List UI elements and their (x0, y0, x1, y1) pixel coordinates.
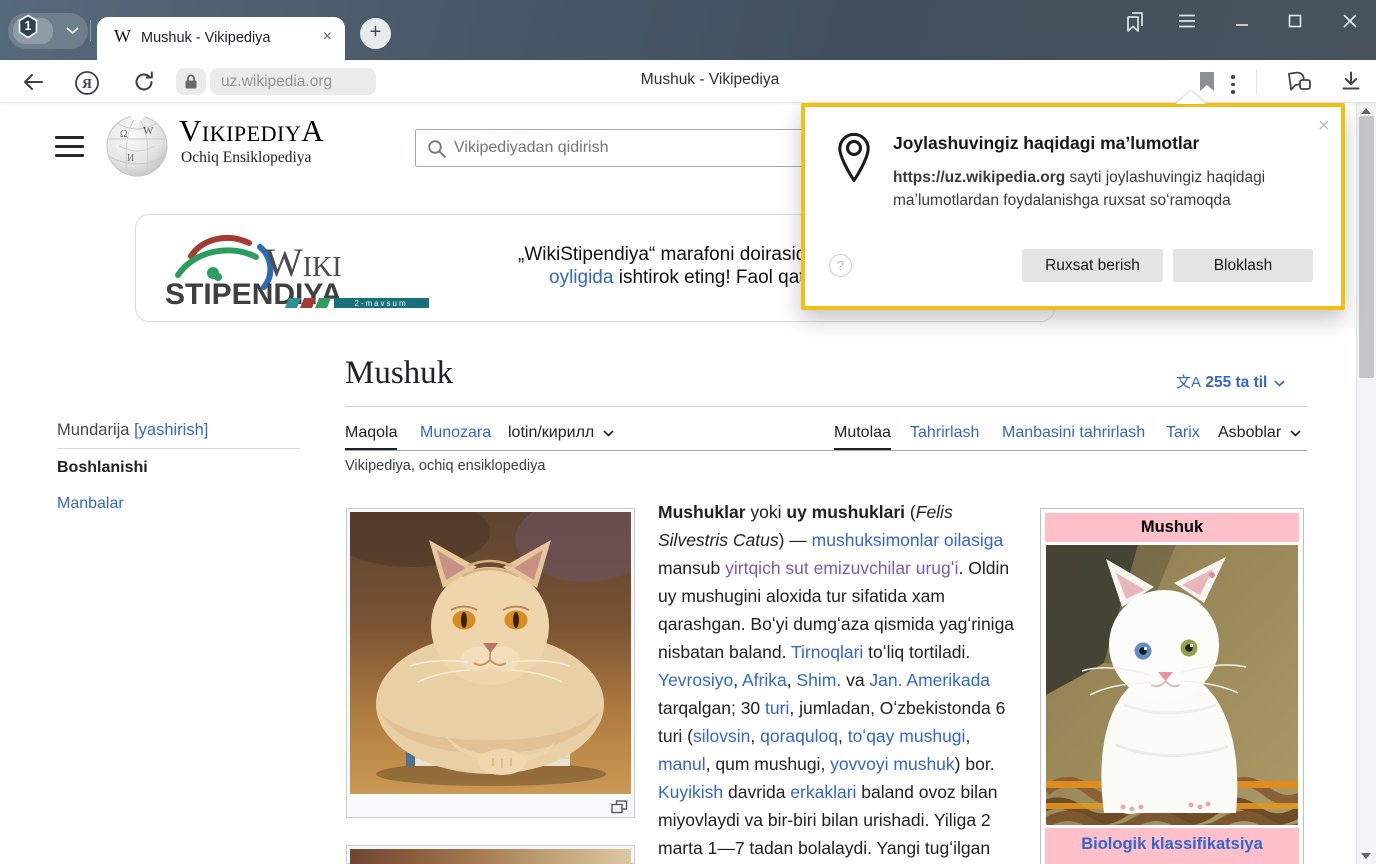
wiki-menu-icon[interactable] (55, 136, 84, 163)
minimize-icon[interactable] (1234, 12, 1250, 30)
article-paragraph: Mushuklar yoki uy mushuklari (Felis Silv… (658, 498, 1028, 862)
toc-item-boshlanishi[interactable]: Boshlanishi (57, 459, 148, 477)
popup-close-icon[interactable]: × (1318, 115, 1330, 138)
divider (57, 448, 300, 449)
tab-mutolaa[interactable]: Mutolaa (834, 424, 891, 442)
scroll-down-icon[interactable] (1361, 853, 1371, 859)
allow-button[interactable]: Ruxsat berish (1022, 249, 1163, 282)
tab-title: Mushuk - Vikipediya (141, 30, 271, 46)
popup-body-line1: https://uz.wikipedia.org sayti joylashuv… (893, 169, 1265, 187)
download-icon[interactable] (1341, 70, 1361, 92)
back-icon[interactable] (21, 70, 45, 94)
translate-icon: 文A (1176, 374, 1201, 391)
logo-season-text: 2-mavsum (354, 299, 407, 308)
toc-item-manbalar[interactable]: Manbalar (57, 495, 124, 513)
reload-icon[interactable] (132, 70, 156, 94)
close-window-icon[interactable] (1341, 12, 1359, 30)
tab-strip: 1 W Mushuk - Vikipediya × + (0, 0, 1376, 60)
menu-icon[interactable] (1176, 10, 1198, 32)
partial-photo (350, 849, 631, 864)
wikipedia-wordmark[interactable]: VikipediyA (179, 115, 324, 146)
wikipedia-favicon: W (114, 26, 131, 47)
kitten-photo[interactable] (1046, 545, 1298, 825)
more-options-icon[interactable] (1231, 71, 1235, 98)
chevron-down-icon[interactable] (66, 27, 79, 35)
toc-hide-link[interactable]: [yashirish] (134, 421, 208, 439)
divider (1256, 69, 1257, 94)
tab-tarix[interactable]: Tarix (1166, 424, 1200, 442)
yandex-icon[interactable]: Я (74, 70, 100, 96)
tab-count: 1 (17, 14, 39, 38)
url-field[interactable]: uz.wikipedia.org (210, 68, 376, 95)
scrollbar[interactable] (1356, 103, 1376, 864)
new-tab-button[interactable]: + (360, 18, 391, 49)
divider (345, 406, 1307, 407)
language-count-label: 255 ta til (1205, 374, 1267, 391)
divider (90, 20, 91, 41)
article-title: Mushuk (345, 355, 453, 392)
address-toolbar: Я uz.wikipedia.org Mushuk - Vikipediya (0, 60, 1376, 103)
site-security-badge[interactable] (176, 68, 206, 95)
browser-window: 1 W Mushuk - Vikipediya × + (0, 0, 1376, 864)
page-title: Mushuk - Vikipediya (641, 71, 779, 89)
chevron-down-icon (603, 430, 614, 437)
svg-text:Ω: Ω (120, 129, 127, 140)
wikipedia-tagline: Ochiq Ensiklopediya (181, 149, 311, 167)
popup-title: Joylashuvingiz haqidagi maʼlumotlar (893, 133, 1199, 154)
lock-icon (183, 73, 199, 90)
infobox-footer-link[interactable]: Biologik klassifikatsiya (1045, 828, 1299, 864)
search-icon (427, 139, 447, 159)
maximize-icon[interactable] (1287, 12, 1303, 30)
infobox-title: Mushuk (1045, 513, 1299, 542)
bookmark-flag-icon[interactable] (1199, 72, 1215, 92)
block-button[interactable]: Bloklash (1173, 249, 1313, 282)
location-pin-icon (835, 132, 873, 184)
tab-variant-dropdown[interactable]: lotin/кирилл (508, 424, 614, 442)
language-selector-button[interactable]: 文A 255 ta til (1176, 371, 1285, 392)
chevron-down-icon (1274, 380, 1285, 387)
logo-stipendiya-text: STIPENDIYA (165, 278, 342, 310)
popup-body-line2: maʼlumotlardan foydalanishga ruxsat soʻr… (893, 192, 1231, 210)
enlarge-icon[interactable] (611, 800, 628, 814)
article-image-partial[interactable] (346, 845, 635, 864)
tab-manbasini-tahrirlash[interactable]: Manbasini tahrirlash (1002, 424, 1145, 442)
tab-asboblar-dropdown[interactable]: Asboblar (1218, 424, 1301, 442)
site-subtitle: Vikipediya, ochiq ensiklopediya (345, 458, 545, 474)
svg-text:И: И (127, 153, 134, 164)
tab-counter-button[interactable]: 1 (8, 13, 88, 49)
divider (345, 450, 1307, 451)
browser-tab[interactable]: W Mushuk - Vikipediya × (97, 17, 345, 60)
scrollbar-thumb[interactable] (1359, 116, 1374, 378)
svg-text:W: W (143, 125, 154, 137)
popup-caret (1176, 91, 1206, 104)
svg-text:Я: Я (82, 76, 92, 91)
location-permission-popup: Joylashuvingiz haqidagi maʼlumotlar http… (801, 103, 1345, 310)
tab-tahrirlash[interactable]: Tahrirlash (910, 424, 979, 442)
wikistipendiya-logo: Wiki STIPENDIYA 2-mavsum (161, 226, 433, 310)
bookmarks-panel-icon[interactable] (1120, 10, 1146, 34)
infobox: Mushuk (1040, 508, 1304, 864)
extensions-icon[interactable] (1283, 69, 1313, 95)
scroll-up-icon[interactable] (1361, 108, 1371, 114)
tab-close-icon[interactable]: × (323, 28, 332, 46)
help-icon[interactable]: ? (829, 254, 852, 277)
tab-munozara[interactable]: Munozara (420, 424, 491, 442)
toc-heading: Mundarija [yashirish] (57, 421, 208, 440)
chevron-down-icon (1290, 430, 1301, 437)
tab-maqola[interactable]: Maqola (345, 424, 397, 442)
wikipedia-globe-logo[interactable]: Ω W И (103, 111, 171, 179)
cat-photo[interactable] (350, 512, 631, 794)
article-image-cat[interactable] (346, 508, 635, 818)
